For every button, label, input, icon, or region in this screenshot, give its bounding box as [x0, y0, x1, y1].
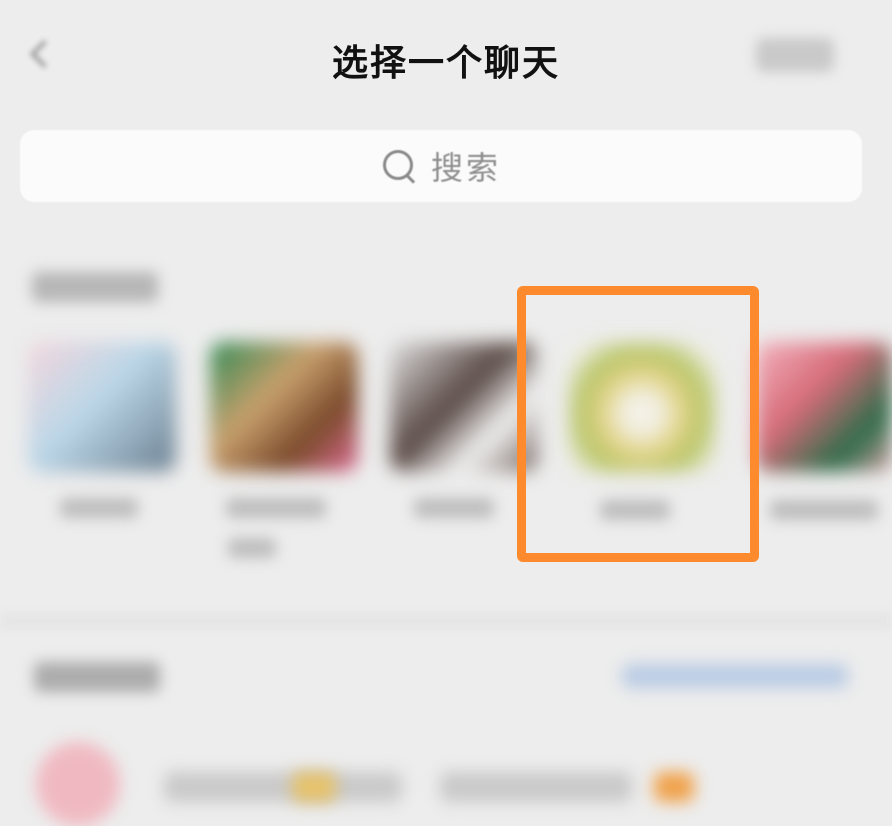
recent-contact-name: [770, 500, 878, 520]
chat-row-title: [440, 772, 632, 802]
search-placeholder: 搜索: [430, 149, 501, 187]
section-divider: [0, 612, 892, 630]
recent-contact-avatar[interactable]: [210, 342, 358, 472]
create-new-chat-link[interactable]: [622, 664, 848, 688]
search-bar[interactable]: 搜索: [20, 130, 862, 202]
chat-row-title: [164, 772, 402, 802]
chat-row-avatar[interactable]: [36, 742, 120, 826]
header-action-button[interactable]: [756, 38, 834, 72]
recent-contact-avatar[interactable]: [28, 342, 176, 472]
recent-contact-avatar[interactable]: [390, 342, 538, 472]
recent-contact-avatar[interactable]: [756, 342, 892, 472]
recent-contact-name: [60, 498, 138, 518]
chat-row-emoji: [654, 772, 694, 802]
recent-contact-name: [228, 538, 276, 558]
recent-contact-name: [414, 498, 494, 518]
recent-contact-name: [226, 498, 326, 518]
recent-section-label: [32, 272, 158, 302]
groups-section-label: [34, 662, 160, 692]
highlight-frame: [517, 286, 759, 562]
header: 选择一个聊天: [0, 0, 892, 120]
chat-row-emoji: [292, 772, 336, 802]
chat-picker-screen: 选择一个聊天 搜索: [0, 0, 892, 826]
search-icon: [381, 148, 417, 184]
